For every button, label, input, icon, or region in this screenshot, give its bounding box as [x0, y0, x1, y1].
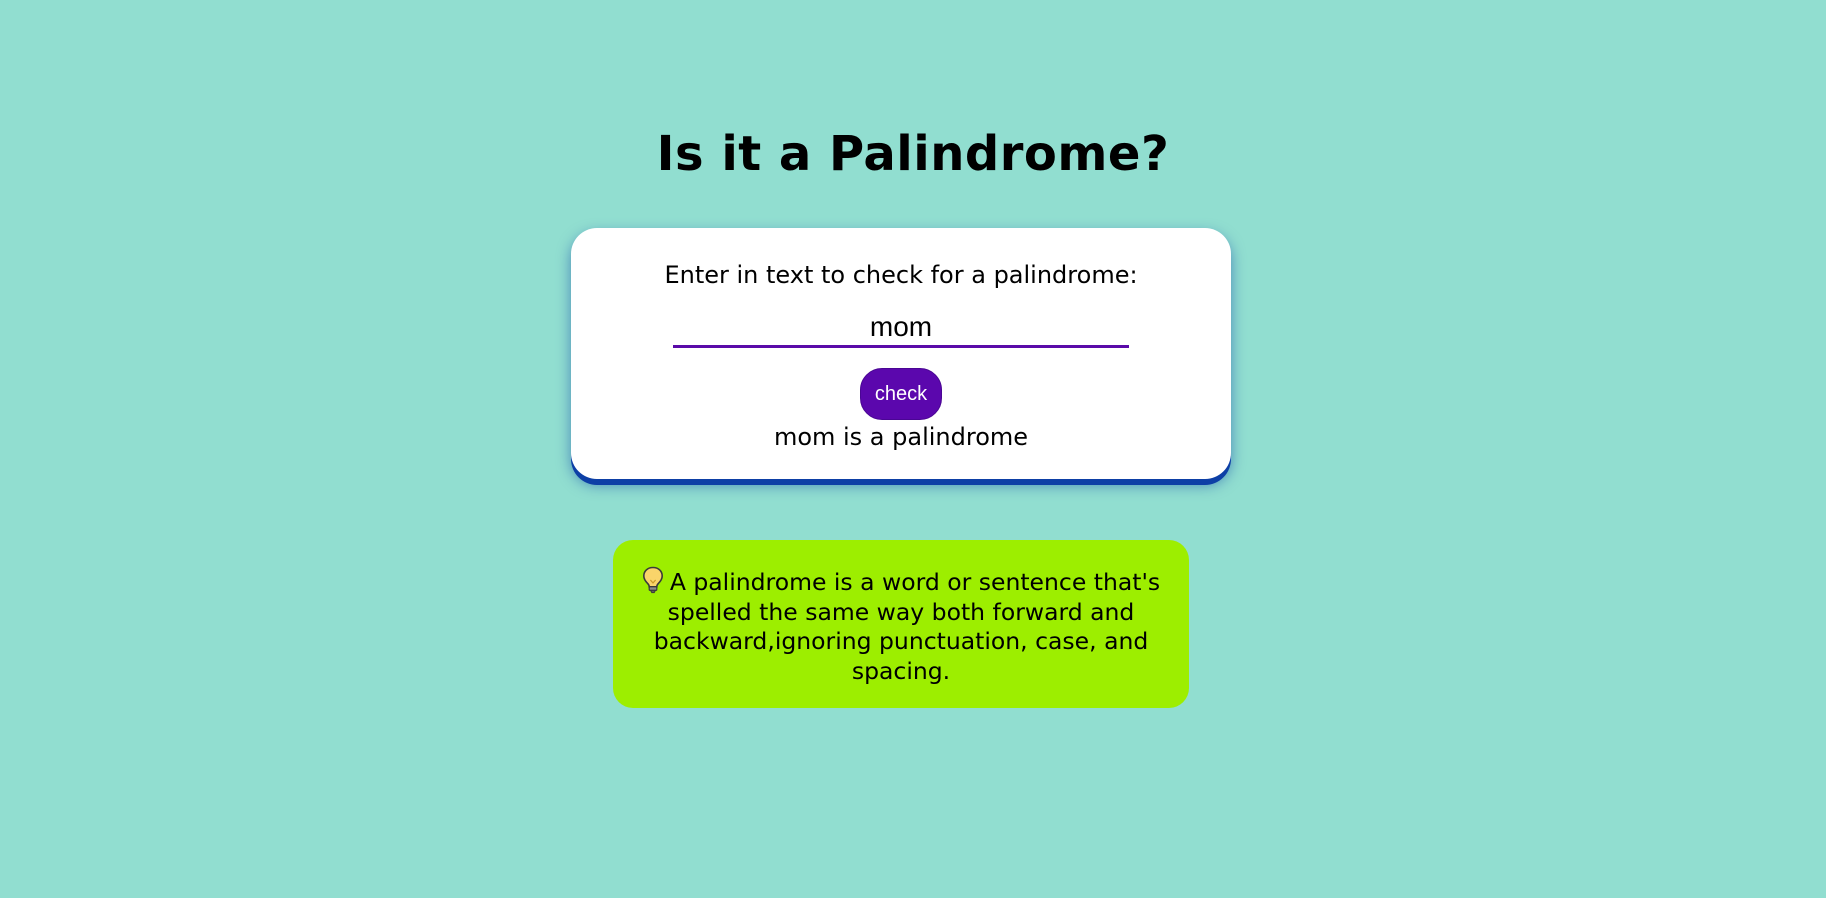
info-box: A palindrome is a word or sentence that'… — [613, 540, 1189, 708]
info-text: A palindrome is a word or sentence that'… — [653, 568, 1161, 685]
lightbulb-icon — [642, 566, 664, 594]
check-button[interactable]: check — [860, 368, 942, 420]
text-input[interactable] — [673, 308, 1129, 348]
result-text: mom is a palindrome — [773, 423, 1029, 451]
page-title: Is it a Palindrome? — [656, 126, 1170, 182]
page: Is it a Palindrome? Enter in text to che… — [0, 0, 1826, 898]
input-label: Enter in text to check for a palindrome: — [664, 261, 1138, 289]
palindrome-checker-card: Enter in text to check for a palindrome:… — [571, 228, 1231, 479]
